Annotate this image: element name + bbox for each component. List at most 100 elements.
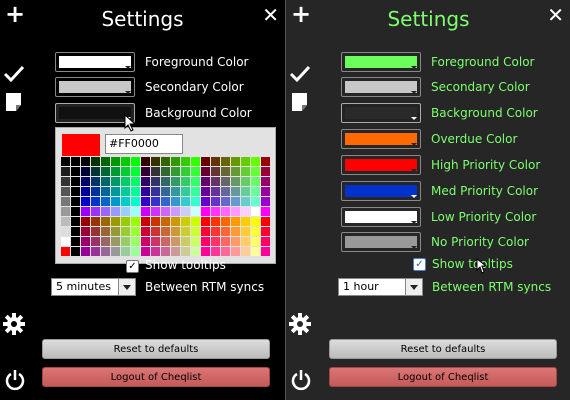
palette-swatch[interactable] — [211, 207, 220, 216]
palette-swatch[interactable] — [111, 237, 120, 246]
power-icon[interactable] — [291, 369, 311, 391]
sync-interval-select[interactable]: 1 hour — [338, 278, 423, 296]
check-icon[interactable] — [289, 62, 311, 84]
palette-swatch[interactable] — [71, 207, 80, 216]
palette-swatch[interactable] — [111, 157, 120, 166]
palette-swatch[interactable] — [201, 187, 210, 196]
palette-swatch[interactable] — [181, 217, 190, 226]
palette-swatch[interactable] — [131, 227, 140, 236]
palette-swatch[interactable] — [211, 237, 220, 246]
palette-swatch[interactable] — [251, 247, 260, 256]
palette-swatch[interactable] — [161, 177, 170, 186]
foreground-color-swatch[interactable] — [341, 52, 421, 72]
palette-swatch[interactable] — [261, 227, 270, 236]
palette-swatch[interactable] — [141, 247, 150, 256]
palette-swatch[interactable] — [261, 177, 270, 186]
palette-swatch[interactable] — [151, 237, 160, 246]
reset-defaults-button[interactable]: Reset to defaults — [329, 339, 557, 359]
palette-swatch[interactable] — [231, 217, 240, 226]
close-icon[interactable]: ✕ — [262, 5, 279, 25]
logout-button[interactable]: Logout of Cheqlist — [42, 367, 270, 387]
palette-swatch[interactable] — [91, 157, 100, 166]
palette-swatch[interactable] — [231, 247, 240, 256]
palette-swatch[interactable] — [71, 197, 80, 206]
palette-swatch[interactable] — [221, 187, 230, 196]
palette-swatch[interactable] — [221, 207, 230, 216]
palette-swatch[interactable] — [131, 217, 140, 226]
palette-swatch[interactable] — [111, 187, 120, 196]
palette-swatch[interactable] — [241, 217, 250, 226]
check-icon[interactable] — [3, 62, 25, 84]
palette-swatch[interactable] — [161, 227, 170, 236]
palette-swatch[interactable] — [161, 237, 170, 246]
palette-swatch[interactable] — [241, 167, 250, 176]
med-priority-color-swatch[interactable] — [341, 181, 421, 201]
palette-swatch[interactable] — [91, 177, 100, 186]
palette-swatch[interactable] — [201, 247, 210, 256]
palette-swatch[interactable] — [181, 207, 190, 216]
palette-swatch[interactable] — [111, 207, 120, 216]
palette-swatch[interactable] — [161, 167, 170, 176]
palette-swatch[interactable] — [81, 197, 90, 206]
palette-swatch[interactable] — [231, 207, 240, 216]
palette-swatch[interactable] — [71, 217, 80, 226]
palette-swatch[interactable] — [231, 237, 240, 246]
palette-swatch[interactable] — [101, 227, 110, 236]
palette-swatch[interactable] — [81, 237, 90, 246]
show-tooltips-checkbox[interactable]: ✓ — [413, 258, 426, 271]
palette-swatch[interactable] — [71, 157, 80, 166]
palette-swatch[interactable] — [111, 227, 120, 236]
palette-swatch[interactable] — [221, 217, 230, 226]
palette-swatch[interactable] — [201, 217, 210, 226]
palette-swatch[interactable] — [191, 207, 200, 216]
palette-swatch[interactable] — [131, 237, 140, 246]
palette-swatch[interactable] — [161, 247, 170, 256]
palette-swatch[interactable] — [121, 177, 130, 186]
palette-swatch[interactable] — [181, 177, 190, 186]
palette-swatch[interactable] — [171, 217, 180, 226]
palette-swatch[interactable] — [211, 177, 220, 186]
palette-swatch[interactable] — [221, 227, 230, 236]
palette-swatch[interactable] — [201, 197, 210, 206]
palette-swatch[interactable] — [171, 207, 180, 216]
palette-swatch[interactable] — [101, 177, 110, 186]
palette-swatch[interactable] — [241, 157, 250, 166]
color-palette-grid[interactable] — [61, 157, 273, 261]
palette-swatch[interactable] — [71, 187, 80, 196]
palette-swatch[interactable] — [91, 207, 100, 216]
palette-swatch[interactable] — [191, 247, 200, 256]
palette-swatch[interactable] — [171, 157, 180, 166]
palette-swatch[interactable] — [251, 177, 260, 186]
palette-swatch[interactable] — [121, 237, 130, 246]
palette-swatch[interactable] — [221, 167, 230, 176]
palette-swatch[interactable] — [231, 187, 240, 196]
palette-swatch[interactable] — [61, 197, 70, 206]
palette-swatch[interactable] — [141, 227, 150, 236]
palette-swatch[interactable] — [261, 207, 270, 216]
palette-swatch[interactable] — [241, 207, 250, 216]
palette-swatch[interactable] — [121, 187, 130, 196]
palette-swatch[interactable] — [171, 227, 180, 236]
palette-swatch[interactable] — [81, 177, 90, 186]
palette-swatch[interactable] — [201, 167, 210, 176]
palette-swatch[interactable] — [151, 227, 160, 236]
palette-swatch[interactable] — [211, 197, 220, 206]
palette-swatch[interactable] — [141, 177, 150, 186]
palette-swatch[interactable] — [141, 167, 150, 176]
overdue-color-swatch[interactable] — [341, 129, 421, 149]
palette-swatch[interactable] — [161, 197, 170, 206]
palette-swatch[interactable] — [191, 227, 200, 236]
palette-swatch[interactable] — [231, 177, 240, 186]
palette-swatch[interactable] — [131, 197, 140, 206]
palette-swatch[interactable] — [81, 157, 90, 166]
palette-swatch[interactable] — [221, 157, 230, 166]
palette-swatch[interactable] — [201, 157, 210, 166]
palette-swatch[interactable] — [121, 247, 130, 256]
palette-swatch[interactable] — [251, 207, 260, 216]
palette-swatch[interactable] — [171, 177, 180, 186]
palette-swatch[interactable] — [261, 197, 270, 206]
palette-swatch[interactable] — [201, 177, 210, 186]
palette-swatch[interactable] — [231, 227, 240, 236]
palette-swatch[interactable] — [101, 187, 110, 196]
palette-swatch[interactable] — [171, 247, 180, 256]
